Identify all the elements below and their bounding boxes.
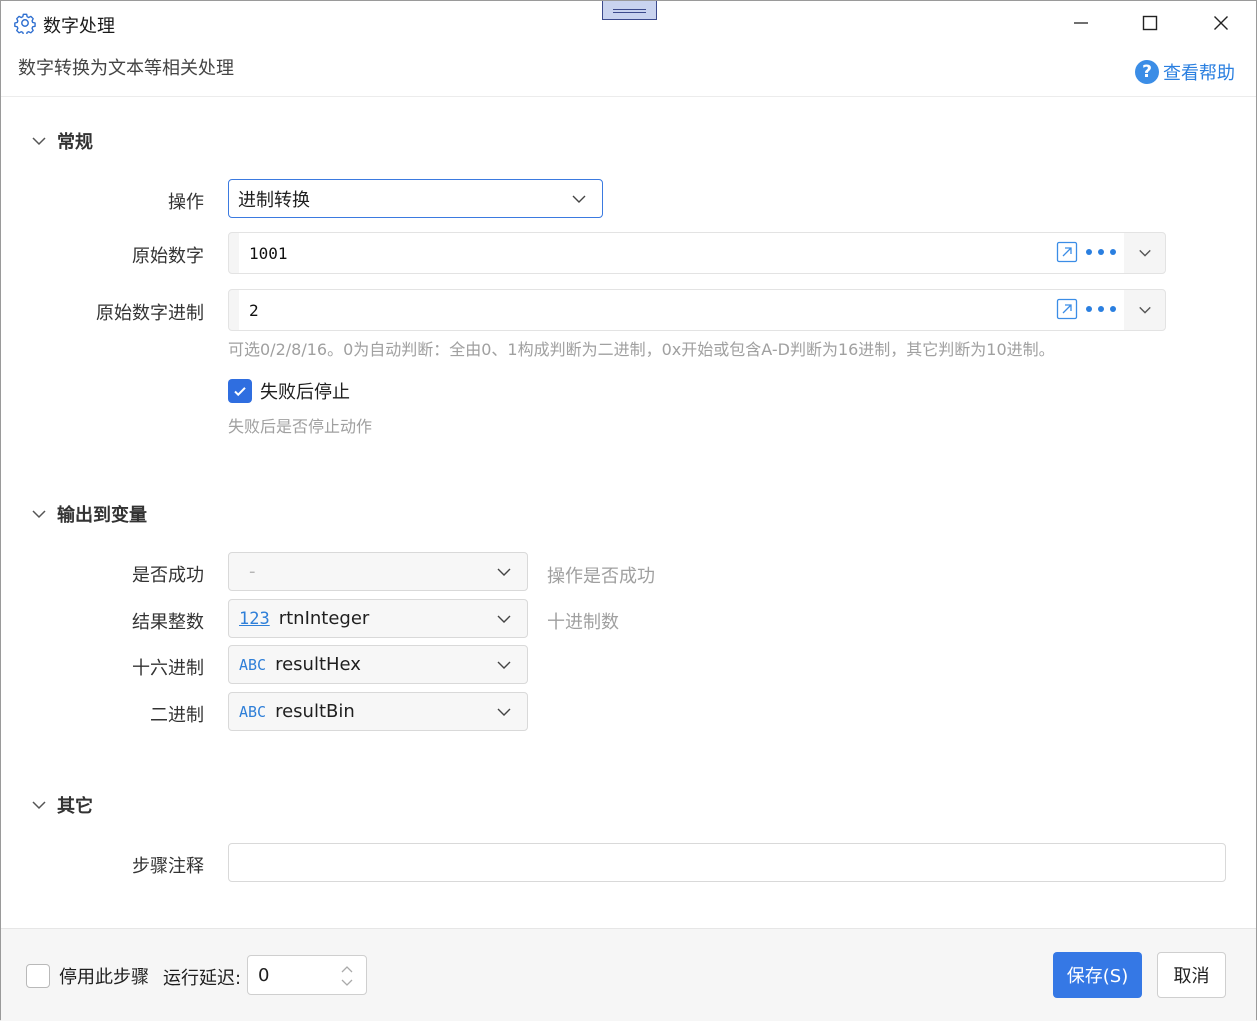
number-type-icon: 123 — [239, 608, 270, 629]
section-output-toggle[interactable]: 输出到变量 — [31, 501, 147, 527]
source-number-input[interactable]: 1001 — [239, 233, 1124, 273]
section-output-title: 输出到变量 — [57, 505, 147, 526]
disable-step-checkbox[interactable]: 停用此步骤 — [26, 963, 149, 989]
stop-on-fail-checkbox[interactable]: 失败后停止 — [228, 378, 350, 404]
open-editor-icon[interactable] — [1056, 241, 1078, 263]
section-other-toggle[interactable]: 其它 — [31, 792, 93, 818]
more-options-icon[interactable] — [1086, 241, 1116, 263]
help-icon: ? — [1135, 60, 1159, 84]
delay-label: 运行延迟: — [163, 968, 242, 989]
disable-step-label: 停用此步骤 — [59, 967, 149, 988]
step-note-label: 步骤注释 — [132, 856, 204, 877]
section-general-title: 常规 — [57, 132, 93, 153]
checkbox-checked-icon — [228, 379, 252, 403]
gear-icon — [14, 13, 36, 34]
operation-select[interactable]: 进制转换 — [228, 179, 603, 218]
window-title: 数字处理 — [43, 16, 115, 37]
success-label: 是否成功 — [132, 565, 204, 586]
operation-label: 操作 — [168, 192, 204, 213]
text-type-icon: ABC — [239, 702, 267, 721]
text-type-icon: ABC — [239, 655, 267, 674]
section-general-toggle[interactable]: 常规 — [31, 128, 93, 154]
chevron-down-icon — [32, 137, 46, 146]
bin-label: 二进制 — [150, 705, 204, 726]
result-int-label: 结果整数 — [132, 612, 204, 633]
chevron-down-icon — [1139, 249, 1151, 257]
success-select[interactable]: - — [228, 552, 528, 591]
bin-select[interactable]: ABC resultBin — [228, 692, 528, 731]
maximize-icon — [1142, 15, 1158, 31]
step-note-input[interactable] — [228, 843, 1226, 882]
chevron-down-icon — [497, 661, 511, 669]
checkbox-unchecked-icon — [26, 964, 50, 988]
chevron-down-icon — [497, 615, 511, 623]
dialog-subtitle: 数字转换为文本等相关处理 — [18, 58, 234, 79]
dialog-window: 数字处理 数字转换为文本等相关处理 ? 查看帮助 常规 操作 进制转换 原始数字… — [0, 0, 1257, 1021]
minimize-icon — [1074, 22, 1088, 24]
chevron-down-icon — [497, 708, 511, 716]
maximize-button[interactable] — [1127, 7, 1173, 39]
chevron-down-icon — [32, 801, 46, 810]
source-number-field: 1001 — [228, 232, 1166, 274]
chevron-down-icon — [1139, 306, 1151, 314]
header-divider — [1, 96, 1256, 97]
source-radix-input[interactable]: 2 — [239, 290, 1124, 330]
source-number-label: 原始数字 — [132, 246, 204, 267]
help-link-label: 查看帮助 — [1163, 63, 1235, 84]
chevron-down-icon — [32, 510, 46, 519]
result-int-note: 十进制数 — [547, 612, 619, 633]
source-radix-dropdown[interactable] — [1124, 290, 1166, 330]
stop-on-fail-hint: 失败后是否停止动作 — [228, 417, 373, 436]
success-note: 操作是否成功 — [547, 566, 655, 587]
success-value: - — [249, 561, 256, 582]
help-link[interactable]: ? 查看帮助 — [1135, 59, 1235, 85]
source-number-dropdown[interactable] — [1124, 233, 1166, 273]
chevron-down-icon — [497, 568, 511, 576]
close-button[interactable] — [1198, 7, 1244, 39]
source-radix-field: 2 — [228, 289, 1166, 331]
bin-value: resultBin — [275, 701, 355, 722]
section-other-title: 其它 — [57, 796, 93, 817]
close-icon — [1214, 16, 1228, 30]
dialog-footer: 停用此步骤 运行延迟: 0 保存(S) 取消 — [1, 928, 1256, 1021]
result-int-select[interactable]: 123 rtnInteger — [228, 599, 528, 638]
save-button[interactable]: 保存(S) — [1053, 952, 1142, 998]
cancel-button[interactable]: 取消 — [1157, 952, 1226, 998]
stop-on-fail-label: 失败后停止 — [260, 382, 350, 403]
delay-input[interactable]: 0 — [247, 955, 367, 995]
chevron-down-icon — [572, 195, 586, 203]
title-bar: 数字处理 — [1, 1, 1256, 45]
delay-value: 0 — [258, 964, 270, 986]
more-options-icon[interactable] — [1086, 298, 1116, 320]
result-int-value: rtnInteger — [278, 608, 370, 629]
minimize-button[interactable] — [1058, 7, 1104, 39]
hex-select[interactable]: ABC resultHex — [228, 645, 528, 684]
operation-value: 进制转换 — [238, 189, 310, 211]
hex-value: resultHex — [275, 654, 361, 675]
hex-label: 十六进制 — [132, 658, 204, 679]
open-editor-icon[interactable] — [1056, 298, 1078, 320]
source-radix-label: 原始数字进制 — [96, 303, 204, 324]
source-radix-hint: 可选0/2/8/16。0为自动判断：全由0、1构成判断为二进制，0x开始或包含A… — [228, 340, 1055, 359]
spinner-arrows-icon[interactable] — [340, 962, 354, 990]
